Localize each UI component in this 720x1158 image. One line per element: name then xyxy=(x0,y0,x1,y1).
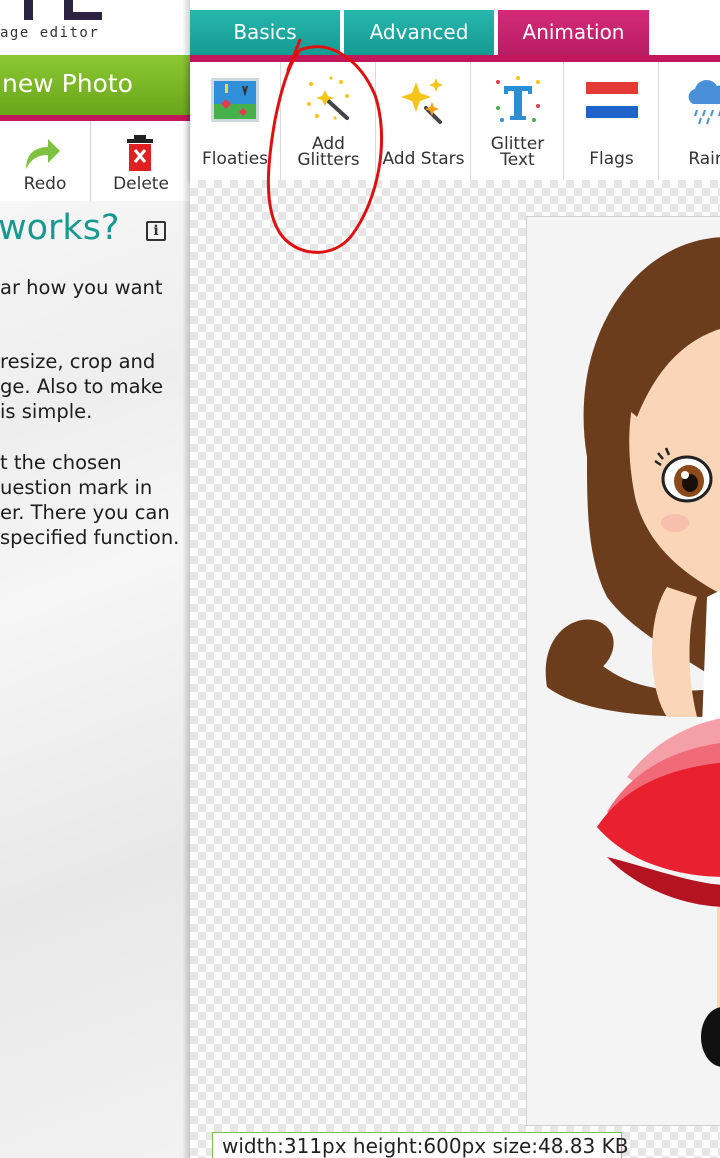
help-line: is simple. xyxy=(0,400,93,423)
effect-label: Rain xyxy=(688,149,720,169)
flag-icon xyxy=(585,82,638,118)
effect-add-glitters[interactable]: Add Glitters xyxy=(282,62,376,180)
logo-glyph xyxy=(12,0,102,20)
effect-label: Glitter Text xyxy=(490,134,545,170)
help-paragraph-1: ar how you want xyxy=(0,275,190,300)
sidebar-toolbar: Redo Delete xyxy=(0,121,190,201)
effect-add-stars[interactable]: Add Stars xyxy=(377,62,471,180)
tab-advanced[interactable]: Advanced xyxy=(344,10,494,55)
new-photo-button[interactable]: new Photo xyxy=(0,55,190,115)
trash-icon xyxy=(127,135,153,171)
floaties-icon xyxy=(211,78,259,122)
effect-glitter-text[interactable]: Glitter Text xyxy=(472,62,564,180)
info-icon[interactable]: i xyxy=(146,221,166,241)
left-sidebar: age editor new Photo Redo Delete works? … xyxy=(0,0,190,1158)
help-line: ge. Also to make xyxy=(0,375,164,398)
effects-toolbar: Floaties Add Glitters Add Stars Glitter … xyxy=(190,62,720,180)
help-line: specified function. xyxy=(0,526,180,549)
magic-wand-glitter-icon xyxy=(306,76,349,120)
help-line: er. There you can xyxy=(0,501,170,524)
effect-label: Add Stars xyxy=(382,149,465,169)
tab-basics[interactable]: Basics xyxy=(190,10,340,55)
effect-floaties[interactable]: Floaties xyxy=(190,62,281,180)
help-line: t the chosen xyxy=(0,451,122,474)
logo-subtitle: age editor xyxy=(0,25,100,41)
effect-label: Floaties xyxy=(201,149,269,169)
delete-label: Delete xyxy=(113,174,169,194)
help-line: uestion mark in xyxy=(0,476,153,499)
effect-label: Add Glitters xyxy=(297,134,360,170)
help-line: ar how you want xyxy=(0,276,163,299)
image-preview[interactable] xyxy=(526,216,720,1126)
rain-cloud-icon xyxy=(688,80,720,125)
effect-rain[interactable]: Rain xyxy=(660,62,720,180)
redo-button[interactable]: Redo xyxy=(0,121,91,201)
effect-label: Flags xyxy=(589,149,634,169)
help-paragraph-3: t the chosen uestion mark in er. There y… xyxy=(0,450,190,550)
tab-animation[interactable]: Animation xyxy=(498,10,649,55)
logo[interactable]: age editor xyxy=(0,0,190,55)
delete-button[interactable]: Delete xyxy=(92,121,190,201)
help-line: resize, crop and xyxy=(0,350,156,373)
effect-flags[interactable]: Flags xyxy=(565,62,659,180)
help-paragraph-2: resize, crop and ge. Also to make is sim… xyxy=(0,349,190,424)
cartoon-girl-image xyxy=(545,237,720,1067)
help-title: works? xyxy=(0,208,120,248)
redo-arrow-icon xyxy=(26,139,60,169)
tab-underline xyxy=(190,55,720,62)
image-info-status: width:311px height:600px size:48.83 KB xyxy=(212,1132,628,1158)
stars-icon xyxy=(400,78,443,124)
glitter-text-icon xyxy=(495,76,540,122)
redo-label: Redo xyxy=(23,174,67,194)
